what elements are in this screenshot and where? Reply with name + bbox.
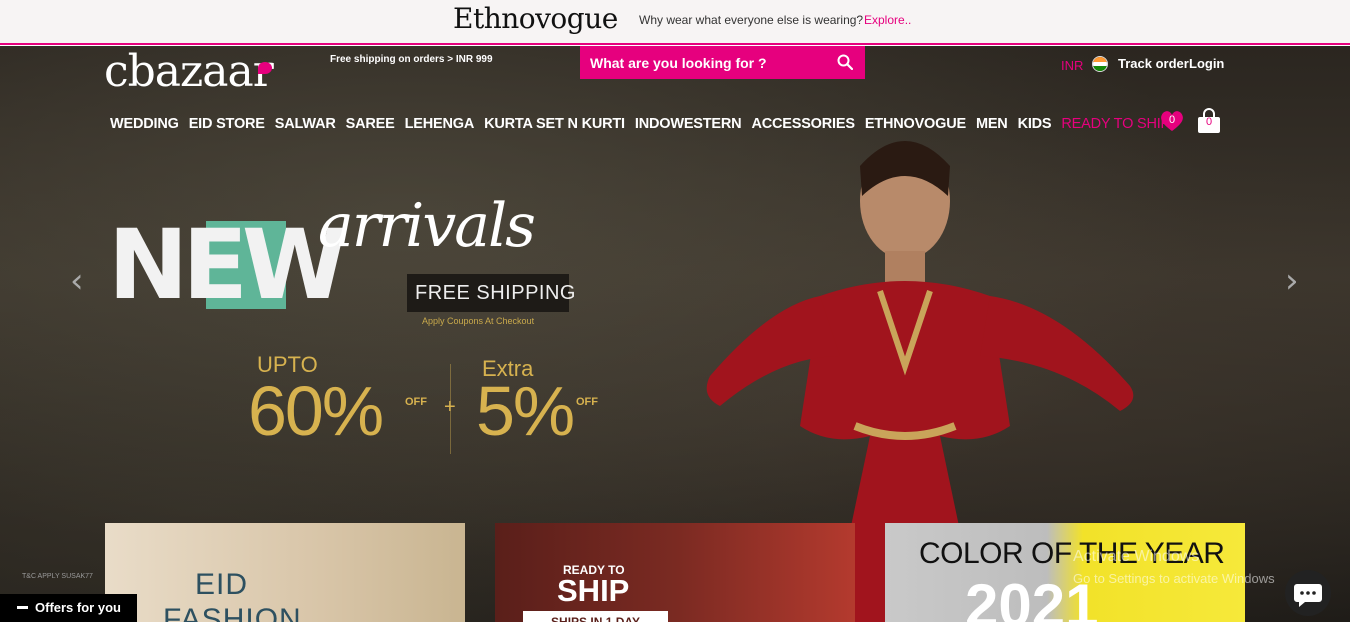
offers-for-you-button[interactable]: Offers for you bbox=[0, 594, 137, 622]
fashion-text: FASHION bbox=[163, 603, 302, 622]
carousel-prev-icon[interactable]: ‹ bbox=[70, 261, 84, 301]
windows-watermark-subtitle: Go to Settings to activate Windows bbox=[1073, 571, 1275, 586]
search-bar bbox=[580, 46, 865, 79]
currency-selector[interactable]: INR bbox=[1061, 58, 1083, 73]
offers-label: Offers for you bbox=[35, 600, 121, 615]
cart-count: 0 bbox=[1205, 116, 1213, 128]
chat-button[interactable] bbox=[1285, 570, 1331, 616]
arrivals-text: arrivals bbox=[318, 191, 536, 261]
ready-to-ship-card[interactable]: READY TO SHIP SHIPS IN 1 DAY bbox=[495, 523, 855, 622]
new-text: NEW bbox=[108, 209, 348, 321]
plus-sign: + bbox=[444, 396, 456, 418]
free-shipping-notice: Free shipping on orders > INR 999 bbox=[330, 54, 493, 65]
hero-free-shipping: FREE SHIPPING bbox=[415, 282, 576, 304]
ships-in-one-day-badge: SHIPS IN 1 DAY bbox=[523, 611, 668, 622]
india-flag-icon[interactable] bbox=[1092, 56, 1108, 72]
nav-item-eid-store[interactable]: EID STORE bbox=[189, 116, 265, 132]
apply-coupons-text: Apply Coupons At Checkout bbox=[422, 316, 535, 326]
windows-watermark-title: Activate Windows bbox=[1073, 548, 1200, 565]
eid-text: EID bbox=[195, 568, 249, 601]
search-icon[interactable] bbox=[837, 54, 853, 70]
minus-icon bbox=[17, 606, 28, 609]
chat-bubble-icon bbox=[1294, 584, 1322, 607]
discount-60: 60% bbox=[248, 372, 384, 450]
hero-banner[interactable]: cbazaar Free shipping on orders > INR 99… bbox=[0, 46, 1350, 622]
ship-text: SHIP bbox=[557, 573, 630, 608]
terms-note: T&C APPLY SUSAK77 bbox=[22, 573, 93, 580]
explore-link[interactable]: Explore.. bbox=[864, 13, 911, 27]
off-label-1: OFF bbox=[405, 396, 427, 408]
eid-fashion-card[interactable]: EID FASHION bbox=[105, 523, 465, 622]
wishlist-count: 0 bbox=[1168, 114, 1176, 126]
ethnovogue-logo[interactable]: Ethnovogue bbox=[453, 2, 618, 35]
discount-5: 5% bbox=[476, 372, 575, 450]
nav-item-wedding[interactable]: WEDDING bbox=[110, 116, 179, 132]
carousel-next-icon[interactable]: › bbox=[1285, 261, 1299, 301]
off-label-2: OFF bbox=[576, 396, 598, 408]
nav-item-lehenga[interactable]: LEHENGA bbox=[405, 116, 475, 132]
search-input[interactable] bbox=[580, 46, 830, 79]
promo-tagline: Why wear what everyone else is wearing? bbox=[639, 13, 864, 27]
nav-item-saree[interactable]: SAREE bbox=[346, 116, 395, 132]
login-link[interactable]: Login bbox=[1189, 56, 1224, 71]
logo-dot-icon bbox=[258, 62, 272, 74]
cbazaar-logo[interactable]: cbazaar bbox=[104, 46, 274, 97]
track-order-link[interactable]: Track order bbox=[1118, 56, 1189, 71]
ethnovogue-promo-bar: Ethnovogue Why wear what everyone else i… bbox=[0, 0, 1350, 45]
nav-item-salwar[interactable]: SALWAR bbox=[275, 116, 336, 132]
nav-item-kurta[interactable]: KURTA SET N KURTI bbox=[484, 116, 625, 132]
